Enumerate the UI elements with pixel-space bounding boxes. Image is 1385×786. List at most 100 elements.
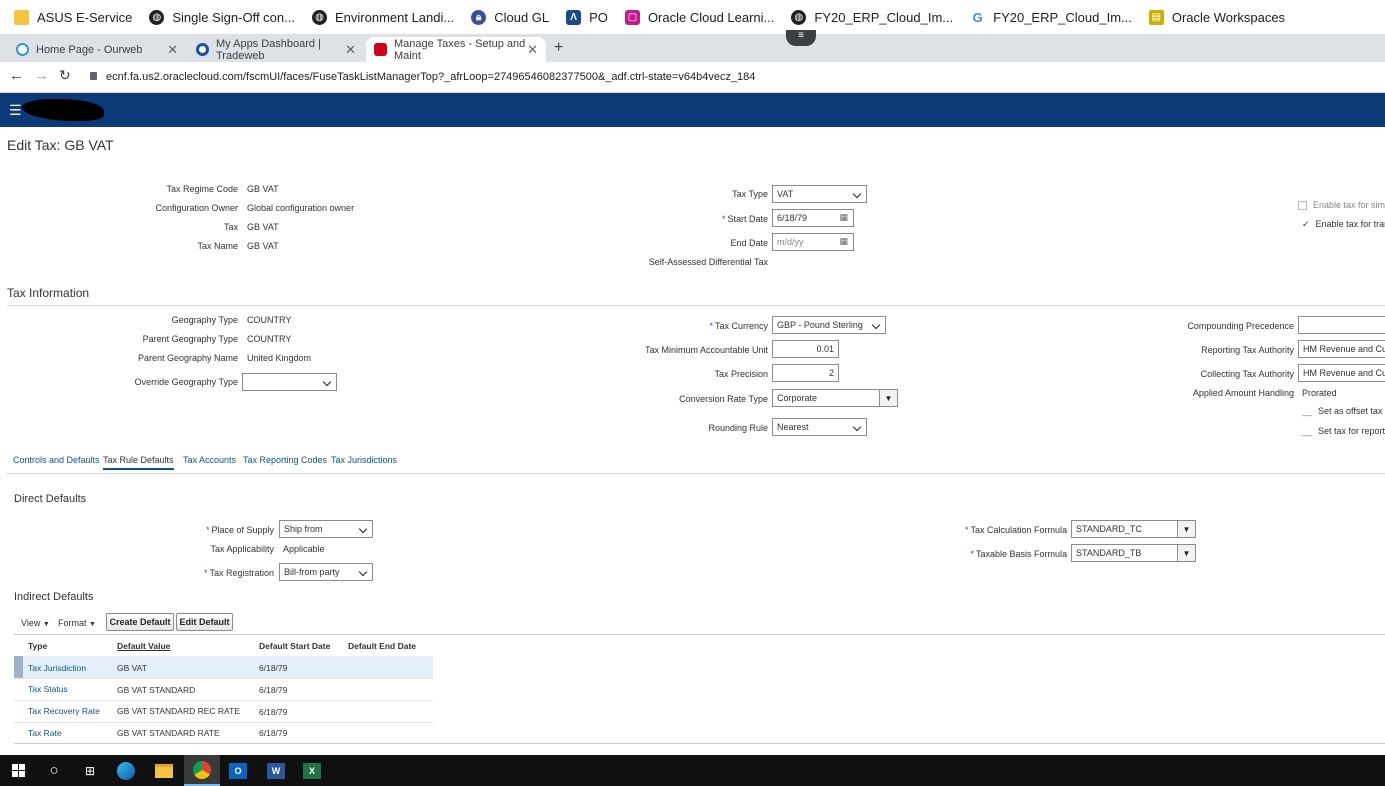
bookmark-item[interactable]: ▤ Oracle Workspaces xyxy=(1148,9,1285,25)
subtab-tax-reporting-codes[interactable]: Tax Reporting Codes xyxy=(243,455,327,465)
close-icon[interactable]: ✕ xyxy=(527,42,538,58)
bookmark-item[interactable]: Λ PO xyxy=(566,9,608,25)
windows-start-icon[interactable] xyxy=(0,755,36,786)
reload-icon[interactable]: ↻ xyxy=(59,67,71,84)
min-unit-label: Tax Minimum Accountable Unit xyxy=(644,345,768,355)
dropdown-arrow-icon[interactable]: ▼ xyxy=(879,390,897,406)
dropdown-arrow-icon[interactable]: ▼ xyxy=(1177,521,1195,537)
calc-formula-combo[interactable]: STANDARD_TC ▼ xyxy=(1071,520,1196,538)
tab-manage-taxes[interactable]: Manage Taxes - Setup and Maint ✕ xyxy=(366,37,546,62)
edge-icon[interactable] xyxy=(108,755,144,786)
redacted-logo xyxy=(22,99,104,121)
row-divider xyxy=(14,722,433,723)
place-of-supply-select[interactable]: Ship from xyxy=(279,520,373,538)
tax-applicability-value: Applicable xyxy=(283,544,325,554)
table-row-start: 6/18/79 xyxy=(259,707,288,717)
collecting-authority-field[interactable]: HM Revenue and Cust xyxy=(1298,364,1385,382)
search-icon[interactable]: ○ xyxy=(36,755,72,786)
dropdown-arrow-icon[interactable]: ▼ xyxy=(1177,545,1195,561)
offset-tax-checkbox[interactable]: __ Set as offset tax xyxy=(1302,406,1382,416)
close-icon[interactable]: ✕ xyxy=(345,42,356,58)
override-geo-type-select[interactable] xyxy=(242,373,337,391)
table-row-type[interactable]: Tax Jurisdiction xyxy=(28,663,86,673)
bookmark-item[interactable]: ◍ FY20_ERP_Cloud_Im... xyxy=(791,9,953,25)
bookmark-item[interactable]: ASUS E-Service xyxy=(14,9,132,25)
row-divider xyxy=(14,700,433,701)
bookmark-item[interactable]: ▢ Oracle Cloud Learni... xyxy=(624,9,774,25)
basis-formula-combo[interactable]: STANDARD_TB ▼ xyxy=(1071,544,1196,562)
tab-search-button[interactable]: ≡ xyxy=(786,30,816,46)
rounding-select[interactable]: Nearest xyxy=(772,418,867,436)
reporting-only-checkbox[interactable]: __Set tax for reporting xyxy=(1302,426,1385,436)
enable-transactions-checkbox[interactable]: ✓Enable tax for trans xyxy=(1302,219,1385,230)
bookmark-item[interactable]: ◍ Environment Landi... xyxy=(311,9,454,25)
folder-icon xyxy=(14,9,29,25)
column-header-end-date[interactable]: Default End Date xyxy=(348,641,416,651)
table-row-type[interactable]: Tax Recovery Rate xyxy=(28,706,100,716)
format-menu[interactable]: Format ▼ xyxy=(58,618,96,628)
forward-icon[interactable]: → xyxy=(34,67,49,84)
task-view-icon[interactable]: ⊞ xyxy=(72,755,108,786)
column-header-default-value[interactable]: Default Value xyxy=(117,641,170,651)
tax-registration-label: * Tax Registration xyxy=(203,568,274,578)
table-row-type[interactable]: Tax Rate xyxy=(28,728,62,738)
subtab-tax-rule-defaults[interactable]: Tax Rule Defaults xyxy=(103,455,174,470)
precision-field[interactable]: 2 xyxy=(772,364,839,382)
applied-amount-value: Prorated xyxy=(1302,388,1337,398)
end-date-field[interactable]: m/d/yy ▦ xyxy=(772,233,854,251)
tax-currency-select[interactable]: GBP - Pound Sterling xyxy=(772,316,886,334)
outlook-icon[interactable]: O xyxy=(220,755,256,786)
geography-type-value: COUNTRY xyxy=(247,315,292,325)
url-field[interactable]: ecnf.fa.us2.oraclecloud.com/fscmUI/faces… xyxy=(106,71,755,83)
lock-icon[interactable] xyxy=(90,72,97,80)
dropdown-arrow-icon: ▼ xyxy=(89,621,96,628)
excel-icon[interactable]: X xyxy=(294,755,330,786)
min-unit-field[interactable]: 0.01 xyxy=(772,340,839,358)
column-header-start-date[interactable]: Default Start Date xyxy=(259,641,330,651)
table-row-type[interactable]: Tax Status xyxy=(28,684,68,694)
edit-default-button[interactable]: Edit Default xyxy=(176,613,233,631)
column-header-type[interactable]: Type xyxy=(28,641,47,651)
new-tab-button[interactable]: + xyxy=(554,39,563,57)
bookmark-item[interactable]: G FY20_ERP_Cloud_Im... xyxy=(970,9,1132,25)
word-icon[interactable]: W xyxy=(258,755,294,786)
oracle-icon: ▢ xyxy=(624,9,640,25)
start-date-label: * Start Date xyxy=(721,214,768,224)
subtab-tax-jurisdictions[interactable]: Tax Jurisdictions xyxy=(331,455,397,465)
calendar-icon[interactable]: ▦ xyxy=(839,212,848,223)
config-owner-label: Configuration Owner xyxy=(155,203,238,213)
indirect-defaults-title: Indirect Defaults xyxy=(14,591,94,603)
subtab-controls-defaults[interactable]: Controls and Defaults xyxy=(13,455,100,465)
start-date-field[interactable]: 6/18/79 ▦ xyxy=(772,209,854,227)
calendar-icon[interactable]: ▦ xyxy=(839,236,848,247)
tab-home-page[interactable]: Home Page - Ourweb ✕ xyxy=(8,37,186,62)
enable-simulation-checkbox[interactable]: Enable tax for simul xyxy=(1298,200,1385,211)
row-divider xyxy=(14,678,433,679)
reporting-authority-field[interactable]: HM Revenue and Cust xyxy=(1298,340,1385,358)
bookmark-item[interactable]: 🔒︎ Cloud GL xyxy=(471,9,549,25)
tab-my-apps[interactable]: My Apps Dashboard | Tradeweb ✕ xyxy=(188,37,364,62)
tax-registration-select[interactable]: Bill-from party xyxy=(279,563,373,581)
close-icon[interactable]: ✕ xyxy=(167,42,178,58)
subtab-tax-accounts[interactable]: Tax Accounts xyxy=(183,455,236,465)
conversion-rate-combo[interactable]: Corporate ▼ xyxy=(772,389,898,407)
ourweb-icon xyxy=(16,43,29,56)
view-menu[interactable]: View ▼ xyxy=(21,618,50,628)
reporting-authority-label: Reporting Tax Authority xyxy=(1201,345,1294,355)
hamburger-menu-icon[interactable]: ☰ xyxy=(9,102,22,119)
workspaces-icon: ▤ xyxy=(1148,9,1164,25)
precision-label: Tax Precision xyxy=(714,369,768,379)
chrome-icon[interactable] xyxy=(184,755,220,786)
compounding-field[interactable] xyxy=(1298,316,1385,334)
google-icon: G xyxy=(970,9,986,25)
tax-type-select[interactable]: VAT xyxy=(772,185,867,203)
section-divider xyxy=(7,305,1385,306)
file-explorer-icon[interactable] xyxy=(146,755,182,786)
checkbox-icon: __ xyxy=(1302,406,1313,416)
chevron-up-icon: Λ xyxy=(566,9,582,25)
bookmark-item[interactable]: ◍ Single Sign-Off con... xyxy=(149,9,295,25)
back-icon[interactable]: ← xyxy=(9,67,24,84)
okta-icon xyxy=(196,43,209,56)
create-default-button[interactable]: Create Default xyxy=(106,613,174,631)
globe-icon: ◍ xyxy=(149,9,165,25)
